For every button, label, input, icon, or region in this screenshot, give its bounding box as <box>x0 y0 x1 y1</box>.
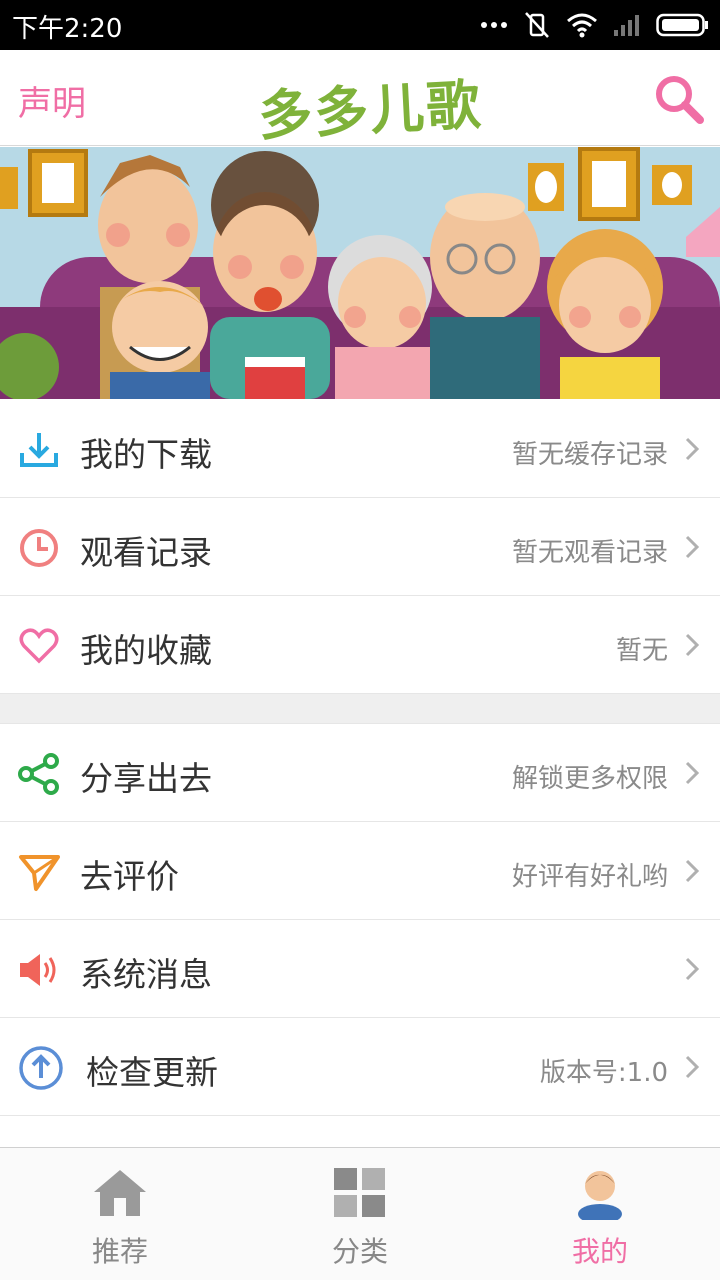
chevron-right-icon <box>685 761 700 785</box>
family-banner[interactable] <box>0 147 720 399</box>
menu-item-label: 我的下载 <box>80 435 212 474</box>
tab-label: 分类 <box>331 1235 388 1268</box>
app-header: 声明 多多儿歌 <box>0 50 720 148</box>
menu-item-label: 检查更新 <box>86 1053 218 1092</box>
tab-recommend[interactable]: 推荐 <box>0 1148 240 1280</box>
menu-item-label: 我的收藏 <box>80 631 212 670</box>
more-dots-icon <box>481 22 507 28</box>
menu-item-favorites[interactable]: 我的收藏 暂无 <box>0 596 720 694</box>
menu-item-label: 去评价 <box>80 857 179 896</box>
heart-icon <box>19 628 59 664</box>
menu-item-value: 暂无缓存记录 <box>511 440 668 470</box>
battery-icon <box>656 13 708 37</box>
menu-item-system-messages[interactable]: 系统消息 <box>0 920 720 1018</box>
tab-mine[interactable]: 我的 <box>480 1148 720 1280</box>
chevron-right-icon <box>685 437 700 461</box>
user-avatar-icon <box>578 1171 622 1220</box>
tab-category[interactable]: 分类 <box>240 1148 480 1280</box>
menu-item-value: 版本号:1.0 <box>539 1058 668 1088</box>
status-time: 下午2:20 <box>12 14 123 44</box>
status-bar: 下午2:20 <box>0 0 720 50</box>
download-icon <box>20 433 58 467</box>
app-logo: 多多儿歌 <box>256 73 484 148</box>
search-icon[interactable] <box>652 72 706 126</box>
menu-item-check-update[interactable]: 检查更新 版本号:1.0 <box>0 1018 720 1116</box>
menu-item-label: 分享出去 <box>80 759 212 798</box>
clock-icon <box>20 529 58 567</box>
wifi-icon <box>567 13 597 38</box>
section-divider <box>0 694 720 724</box>
home-icon <box>94 1170 146 1216</box>
menu-list: 我的下载 暂无缓存记录 观看记录 暂无观看记录 我的收藏 暂无 分享出去 解锁更… <box>0 400 720 1116</box>
family-banner-illustration <box>0 147 720 399</box>
chevron-right-icon <box>685 535 700 559</box>
menu-item-value: 暂无观看记录 <box>511 538 668 568</box>
chevron-right-icon <box>685 1055 700 1079</box>
vibrate-off-icon <box>525 12 549 38</box>
tab-label: 推荐 <box>91 1235 148 1268</box>
chevron-right-icon <box>685 859 700 883</box>
grid-icon <box>334 1168 385 1217</box>
status-icons <box>480 10 710 40</box>
menu-item-value: 好评有好礼哟 <box>511 862 668 892</box>
speaker-icon <box>20 954 56 986</box>
bottom-tab-bar: 推荐 分类 我的 <box>0 1147 720 1280</box>
menu-item-downloads[interactable]: 我的下载 暂无缓存记录 <box>0 400 720 498</box>
chevron-right-icon <box>685 957 700 981</box>
menu-item-value: 暂无 <box>615 636 668 666</box>
tab-label: 我的 <box>571 1235 628 1268</box>
menu-item-label: 系统消息 <box>80 955 212 994</box>
menu-item-label: 观看记录 <box>80 533 212 572</box>
share-icon <box>18 753 59 795</box>
chevron-right-icon <box>685 633 700 657</box>
menu-item-watch-history[interactable]: 观看记录 暂无观看记录 <box>0 498 720 596</box>
menu-item-share[interactable]: 分享出去 解锁更多权限 <box>0 724 720 822</box>
disclaimer-link[interactable]: 声明 <box>18 76 86 125</box>
menu-item-rate[interactable]: 去评价 好评有好礼哟 <box>0 822 720 920</box>
upload-arrow-icon <box>19 1046 63 1090</box>
paper-plane-icon <box>19 855 60 891</box>
menu-item-value: 解锁更多权限 <box>511 764 668 794</box>
signal-icon <box>614 15 639 36</box>
